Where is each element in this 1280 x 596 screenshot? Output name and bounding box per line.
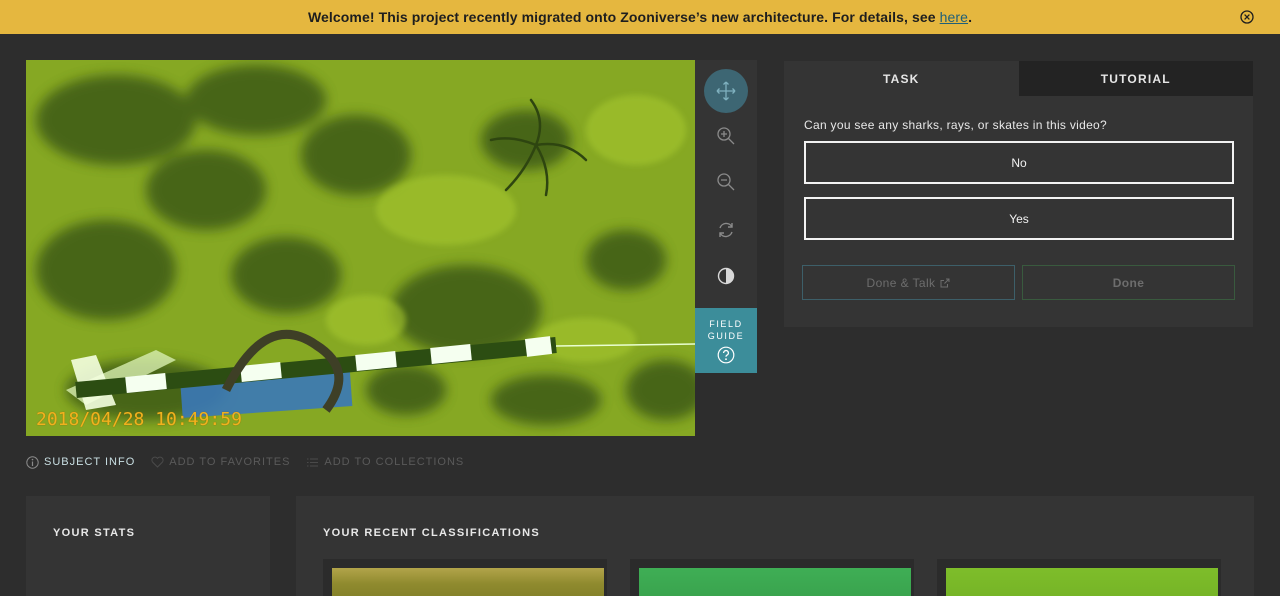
recent-classifications-heading: YOUR RECENT CLASSIFICATIONS xyxy=(323,527,541,539)
add-to-favorites-button[interactable]: ADD TO FAVORITES xyxy=(151,456,290,468)
task-question: Can you see any sharks, rays, or skates … xyxy=(804,118,1108,132)
done-and-talk-label: Done & Talk xyxy=(866,275,936,290)
subject-video[interactable]: 2018/04/28 10:49:59 xyxy=(26,60,695,436)
rotate-button[interactable] xyxy=(704,208,748,252)
banner-text: Welcome! This project recently migrated … xyxy=(307,9,940,25)
answer-yes-button[interactable]: Yes xyxy=(804,197,1234,240)
banner-message: Welcome! This project recently migrated … xyxy=(308,9,972,25)
zoom-out-button[interactable] xyxy=(704,160,748,204)
video-timestamp: 2018/04/28 10:49:59 xyxy=(36,409,242,430)
field-guide-button[interactable]: FIELD GUIDE xyxy=(695,308,757,373)
close-icon[interactable] xyxy=(1240,10,1254,24)
task-tabs: TASK TUTORIAL xyxy=(784,61,1253,96)
banner-link[interactable]: here xyxy=(940,9,968,25)
move-tool-button[interactable] xyxy=(704,69,748,113)
task-panel: TASK TUTORIAL Can you see any sharks, ra… xyxy=(784,61,1253,327)
answer-no-button[interactable]: No xyxy=(804,141,1234,184)
tab-tutorial[interactable]: TUTORIAL xyxy=(1018,61,1253,96)
seafloor-image xyxy=(26,60,695,436)
zoom-out-icon xyxy=(717,173,735,191)
external-link-icon xyxy=(940,278,950,287)
done-and-talk-button[interactable]: Done & Talk xyxy=(802,265,1015,300)
add-to-collections-button[interactable]: ADD TO COLLECTIONS xyxy=(306,456,464,468)
your-stats-panel: YOUR STATS xyxy=(26,496,270,596)
field-guide-label: FIELD GUIDE xyxy=(707,319,745,341)
invert-icon xyxy=(717,267,735,285)
tab-task[interactable]: TASK xyxy=(784,61,1019,96)
banner-suffix: . xyxy=(968,9,973,25)
subject-info-link[interactable]: SUBJECT INFO xyxy=(26,455,136,469)
recent-classification-card[interactable] xyxy=(630,559,914,596)
recent-classification-thumbnail xyxy=(639,568,911,596)
rotate-icon xyxy=(719,222,733,238)
your-stats-heading: YOUR STATS xyxy=(53,527,136,539)
recent-classification-card[interactable] xyxy=(323,559,607,596)
recent-classification-thumbnail xyxy=(946,568,1218,596)
done-button[interactable]: Done xyxy=(1022,265,1235,300)
zoom-in-button[interactable] xyxy=(704,114,748,158)
add-to-collections-label: ADD TO COLLECTIONS xyxy=(324,456,465,468)
invert-button[interactable] xyxy=(704,254,748,298)
help-icon xyxy=(717,346,735,364)
image-toolbar xyxy=(695,60,757,308)
list-icon xyxy=(307,457,319,467)
subject-info-label: SUBJECT INFO xyxy=(44,456,136,468)
recent-classification-thumbnail xyxy=(332,568,604,596)
recent-classifications-panel: YOUR RECENT CLASSIFICATIONS xyxy=(296,496,1254,596)
announcement-banner: Welcome! This project recently migrated … xyxy=(0,0,1280,34)
move-icon xyxy=(716,81,736,101)
subject-meta-bar: SUBJECT INFO ADD TO FAVORITES ADD TO COL… xyxy=(26,455,480,469)
info-icon xyxy=(26,455,39,469)
add-to-favorites-label: ADD TO FAVORITES xyxy=(169,456,291,468)
zoom-in-icon xyxy=(717,127,735,145)
recent-classification-card[interactable] xyxy=(937,559,1221,596)
heart-icon xyxy=(151,456,164,468)
